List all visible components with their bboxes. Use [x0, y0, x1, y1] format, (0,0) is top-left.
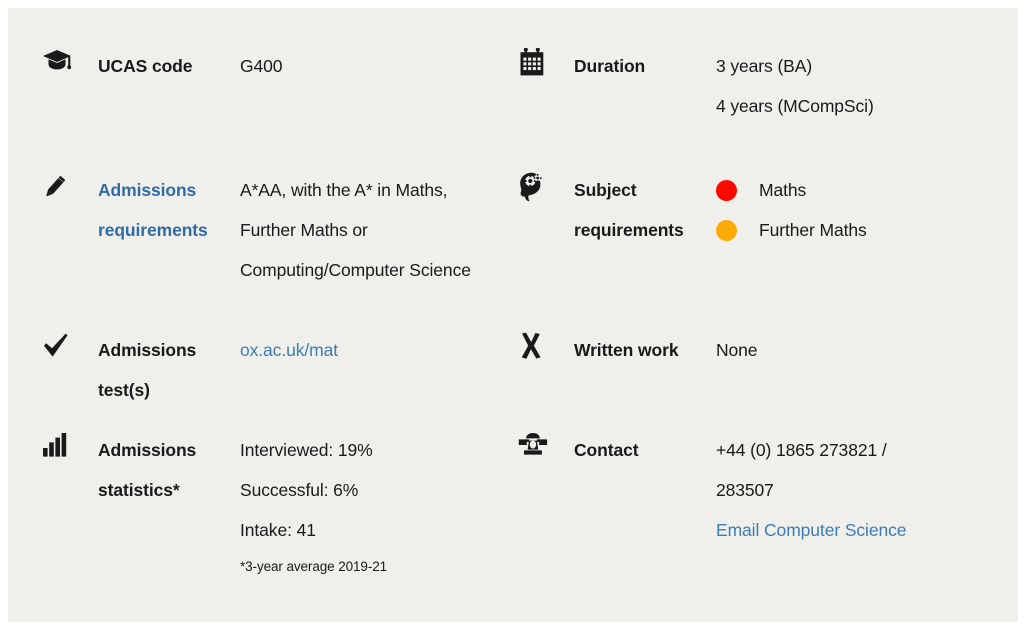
cross-icon [518, 330, 574, 360]
fact-value: G400 [240, 46, 522, 86]
adreq-line-1: A*AA, with the A* in Maths, [240, 180, 448, 200]
contact-phone-line-1: +44 (0) 1865 273821 / [716, 440, 887, 460]
fact-label: Admissions statistics* [98, 440, 197, 500]
check-icon [42, 330, 98, 360]
stat-interviewed: Interviewed: 19% [240, 440, 373, 460]
fact-value: +44 (0) 1865 273821 / 283507 Email Compu… [716, 430, 1008, 550]
ucas-code-value: G400 [240, 56, 283, 76]
list-item: Maths [716, 170, 1008, 210]
fact-value: ox.ac.uk/mat [240, 330, 522, 370]
fact-subject-requirements: Subject requirements Maths Further Maths [518, 170, 1008, 250]
duration-line-2: 4 years (MCompSci) [716, 96, 874, 116]
fact-written-work: Written work None [518, 330, 1008, 370]
fact-admissions-tests: Admissions test(s) ox.ac.uk/mat [42, 330, 522, 410]
subject-label: Further Maths [759, 220, 867, 240]
fact-admissions-statistics: Admissions statistics* Interviewed: 19% … [42, 430, 522, 584]
statistics-footnote: *3-year average 2019-21 [240, 559, 388, 574]
pencil-icon [42, 170, 98, 202]
fact-label: UCAS code [98, 56, 193, 76]
admissions-requirements-link[interactable]: Admissions requirements [98, 170, 240, 250]
admissions-test-link[interactable]: ox.ac.uk/mat [240, 330, 522, 370]
status-dot-amber [716, 219, 737, 241]
subject-label: Maths [759, 180, 807, 200]
head-gears-icon [518, 170, 574, 202]
fact-label: Duration [574, 56, 646, 76]
graduation-cap-icon [42, 46, 98, 74]
stat-intake: Intake: 41 [240, 520, 316, 540]
written-work-value: None [716, 340, 758, 360]
adreq-line-3: Computing/Computer Science [240, 260, 471, 280]
fact-value: Maths Further Maths [716, 170, 1008, 250]
stat-successful: Successful: 6% [240, 480, 359, 500]
fact-duration: Duration 3 years (BA) 4 years (MCompSci) [518, 46, 1008, 126]
course-key-facts-panel: UCAS code G400 Duration 3 years (BA) 4 y… [8, 8, 1018, 622]
telephone-icon [518, 430, 574, 456]
calendar-icon [518, 46, 574, 76]
list-item: Further Maths [716, 210, 1008, 250]
fact-label: Contact [574, 440, 639, 460]
email-computer-science-link[interactable]: Email Computer Science [716, 510, 1008, 550]
contact-phone-line-2: 283507 [716, 480, 774, 500]
fact-value: 3 years (BA) 4 years (MCompSci) [716, 46, 1008, 126]
fact-contact: Contact +44 (0) 1865 273821 / 283507 Ema… [518, 430, 1008, 550]
fact-value: None [716, 330, 1008, 370]
subject-requirement-list: Maths Further Maths [716, 170, 1008, 250]
fact-value: Interviewed: 19% Successful: 6% Intake: … [240, 430, 522, 584]
fact-value: A*AA, with the A* in Maths, Further Math… [240, 170, 522, 290]
fact-ucas-code: UCAS code G400 [42, 46, 522, 86]
adreq-line-2: Further Maths or [240, 220, 368, 240]
bar-chart-icon [42, 430, 98, 458]
fact-label: Admissions test(s) [98, 340, 197, 400]
fact-label: Subject requirements [574, 180, 684, 240]
duration-line-1: 3 years (BA) [716, 56, 813, 76]
fact-admissions-requirements: Admissions requirements A*AA, with the A… [42, 170, 522, 290]
status-dot-red [716, 179, 737, 201]
fact-label: Written work [574, 340, 679, 360]
